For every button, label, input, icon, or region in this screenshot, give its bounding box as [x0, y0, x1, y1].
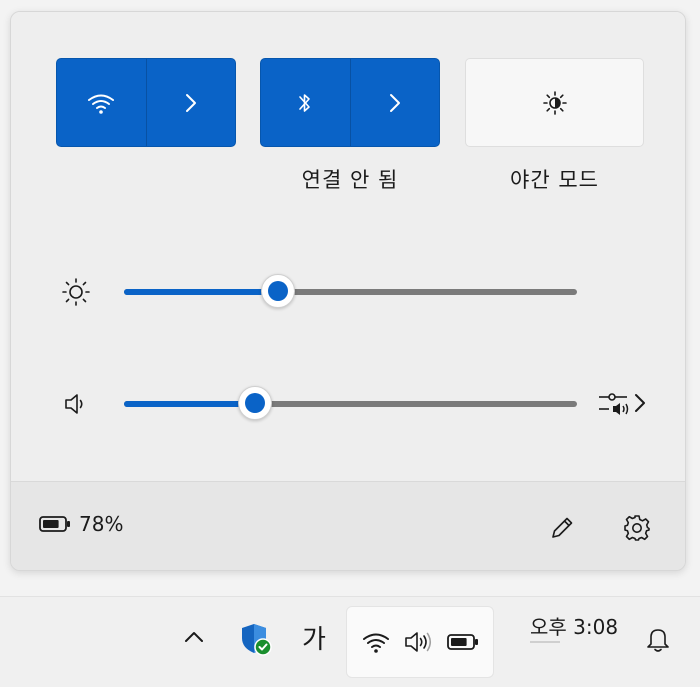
windows-security-button[interactable]	[236, 619, 276, 659]
edit-quick-settings-button[interactable]	[542, 508, 582, 548]
quick-settings-body: 연결 안 됨 야간 모드	[11, 12, 685, 481]
audio-mixer-icon	[599, 393, 629, 415]
network-volume-battery-group[interactable]	[346, 606, 494, 678]
wifi-icon	[363, 633, 389, 653]
battery-icon	[39, 516, 70, 532]
brightness-slider-thumb[interactable]	[261, 274, 296, 308]
quick-settings-panel: 연결 안 됨 야간 모드 78%	[10, 11, 686, 571]
battery-percent: 78%	[79, 512, 124, 536]
brightness-slider-track[interactable]	[124, 289, 577, 295]
slider-thumb-dot	[268, 281, 289, 301]
bluetooth-toggle-button[interactable]	[261, 59, 350, 146]
battery-icon	[447, 634, 478, 650]
desktop-area: 연결 안 됨 야간 모드 78% 가 오후 3:08	[0, 0, 700, 687]
bell-icon	[647, 629, 669, 652]
chevron-right-icon	[185, 93, 196, 112]
chevron-up-icon	[185, 632, 203, 642]
bluetooth-expand-button[interactable]	[351, 59, 440, 146]
bluetooth-icon	[299, 93, 311, 112]
speaker-icon	[405, 632, 432, 652]
wifi-expand-button[interactable]	[147, 59, 236, 146]
sun-icon	[62, 278, 90, 306]
defender-shield-icon	[242, 624, 272, 656]
chevron-right-icon	[389, 93, 400, 112]
volume-row	[11, 383, 685, 423]
bluetooth-tile	[260, 58, 440, 147]
volume-slider-track[interactable]	[124, 401, 577, 407]
chevron-right-icon	[635, 394, 645, 412]
brightness-slider-fill	[124, 289, 279, 295]
brightness-row	[11, 271, 685, 311]
audio-mixer-button[interactable]	[597, 385, 653, 421]
ime-language-button[interactable]: 가	[294, 617, 334, 657]
night-light-tile[interactable]	[465, 58, 644, 147]
night-light-toggle-button[interactable]	[466, 59, 643, 146]
volume-slider-fill	[124, 401, 256, 407]
speaker-icon	[65, 394, 83, 414]
notification-center-button[interactable]	[640, 621, 676, 657]
night-light-icon	[542, 90, 567, 115]
wifi-icon	[88, 94, 115, 114]
night-light-tile-label: 야간 모드	[510, 168, 599, 192]
clock-time[interactable]: 오후 3:08	[530, 611, 618, 640]
wifi-tile	[56, 58, 236, 147]
gear-icon	[624, 515, 650, 541]
show-hidden-icons-button[interactable]	[176, 619, 212, 655]
volume-slider-thumb[interactable]	[238, 386, 273, 420]
battery-status-button[interactable]: 78%	[39, 512, 123, 536]
slider-thumb-dot	[245, 393, 266, 413]
quick-settings-footer: 78%	[11, 481, 685, 570]
wifi-toggle-button[interactable]	[57, 59, 146, 146]
clock-date-placeholder	[530, 641, 560, 643]
settings-button[interactable]	[617, 508, 657, 548]
bluetooth-tile-label: 연결 안 됨	[301, 168, 399, 192]
taskbar: 가 오후 3:08	[0, 596, 700, 687]
pencil-icon	[552, 517, 573, 538]
